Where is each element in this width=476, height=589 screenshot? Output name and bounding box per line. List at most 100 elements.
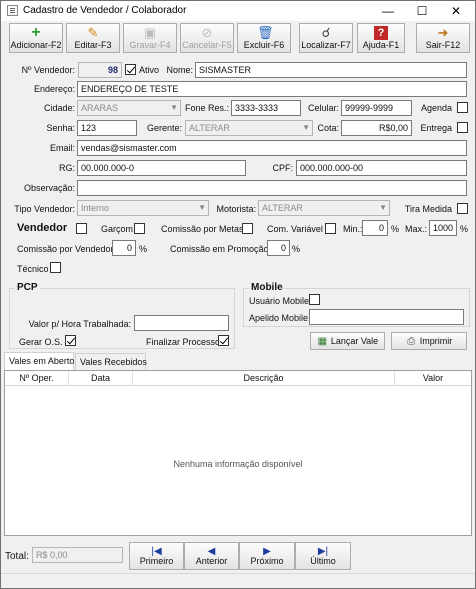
- cota-label: Cota:: [317, 123, 339, 133]
- finalizar-processo-checkbox[interactable]: [218, 335, 229, 346]
- min-percent-label: %: [391, 224, 400, 234]
- endereco-field[interactable]: ENDEREÇO DE TESTE: [77, 81, 467, 97]
- max-field[interactable]: 1000: [429, 220, 457, 236]
- rg-label: RG:: [58, 163, 75, 173]
- previous-button[interactable]: ◀ Anterior: [184, 542, 239, 570]
- minimize-button[interactable]: —: [371, 1, 405, 21]
- gerar-os-label: Gerar O.S.: [19, 337, 63, 347]
- ativo-checkbox[interactable]: [125, 64, 136, 75]
- vendedor-checkbox-label: Vendedor: [17, 222, 68, 234]
- total-field: R$ 0,00: [32, 547, 123, 563]
- valor-hora-field[interactable]: [134, 315, 229, 331]
- tira-medida-checkbox[interactable]: [457, 203, 468, 214]
- exit-button[interactable]: ➜ Sair-F12: [416, 23, 470, 53]
- usuario-mobile-checkbox[interactable]: [309, 294, 320, 305]
- email-label: Email:: [49, 143, 75, 153]
- save-button[interactable]: ▣ Gravar-F4: [123, 23, 177, 53]
- motorista-label: Motorista:: [216, 204, 256, 214]
- vales-grid[interactable]: Nº Oper. Data Descrição Valor Nenhuma in…: [4, 370, 472, 536]
- window: Cadastro de Vendedor / Colaborador — ☐ ✕…: [0, 0, 476, 589]
- celular-label: Celular:: [307, 103, 339, 113]
- next-button[interactable]: ▶ Próximo: [239, 542, 295, 570]
- vendedor-label: Nº Vendedor:: [21, 65, 75, 75]
- cpf-field[interactable]: 000.000.000-00: [296, 160, 467, 176]
- gerar-os-checkbox[interactable]: [65, 335, 76, 346]
- printer-icon: ⎙: [407, 336, 416, 347]
- comissao-promocao-percent: %: [292, 244, 301, 254]
- app-icon: [7, 5, 18, 16]
- tab-vales-recebidos[interactable]: Vales Recebidos: [75, 353, 147, 370]
- pcp-title: PCP: [15, 282, 40, 293]
- gerente-select[interactable]: ALTERAR ▼: [185, 120, 313, 136]
- observacao-field[interactable]: [77, 180, 467, 196]
- comissao-promocao-field[interactable]: 0: [267, 240, 290, 256]
- lancar-vale-button[interactable]: ▦ Lançar Vale: [310, 332, 385, 350]
- chevron-down-icon: ▼: [198, 203, 206, 212]
- tecnico-checkbox[interactable]: [50, 262, 61, 273]
- finalizar-processo-label: Finalizar Processo: [146, 337, 221, 347]
- nome-field[interactable]: SISMASTER: [195, 62, 467, 78]
- imprimir-button[interactable]: ⎙ Imprimir: [391, 332, 467, 350]
- usuario-mobile-label: Usuário Mobile: [249, 296, 310, 306]
- add-button[interactable]: + Adicionar-F2: [9, 23, 63, 53]
- celular-field[interactable]: 99999-9999: [341, 100, 412, 116]
- pencil-icon: ✎: [87, 25, 99, 40]
- plus-icon: +: [31, 24, 41, 41]
- cancel-button[interactable]: ⊘ Cancelar-F5: [180, 23, 234, 53]
- rg-field[interactable]: 00.000.000-0: [77, 160, 246, 176]
- help-button[interactable]: ? Ajuda-F1: [357, 23, 405, 53]
- cpf-label: CPF:: [272, 163, 293, 173]
- fone-field[interactable]: 3333-3333: [231, 100, 301, 116]
- observacao-label: Observação:: [23, 183, 75, 193]
- col-header-descricao[interactable]: Descrição: [133, 371, 395, 386]
- min-field[interactable]: 0: [362, 220, 388, 236]
- apelido-mobile-field[interactable]: [309, 309, 464, 325]
- col-header-valor[interactable]: Valor: [395, 371, 471, 386]
- cidade-select[interactable]: ARARAS ▼: [77, 100, 181, 116]
- last-button[interactable]: ▶| Último: [295, 542, 351, 570]
- grid-empty-message: Nenhuma informação disponível: [173, 459, 303, 469]
- grid-header: Nº Oper. Data Descrição Valor: [5, 371, 471, 386]
- cash-icon: ▦: [317, 336, 328, 347]
- window-title: Cadastro de Vendedor / Colaborador: [23, 5, 187, 16]
- garcom-checkbox[interactable]: [134, 223, 145, 234]
- garcom-label: Garçom: [101, 224, 134, 234]
- vendedor-number-field: 98: [78, 62, 122, 78]
- close-button[interactable]: ✕: [439, 1, 473, 21]
- senha-label: Senha:: [46, 123, 75, 133]
- save-icon: ▣: [143, 25, 157, 40]
- chevron-down-icon: ▼: [302, 123, 310, 132]
- magnifier-icon: ☌: [321, 25, 331, 40]
- comissao-vendedor-field[interactable]: 0: [112, 240, 136, 256]
- status-bar: [1, 573, 475, 588]
- mobile-title: Mobile: [249, 282, 285, 293]
- comissao-metas-checkbox[interactable]: [242, 223, 253, 234]
- senha-field[interactable]: 123: [77, 120, 137, 136]
- ativo-label: Ativo: [139, 65, 160, 75]
- comissao-vendedor-label: Comissão por Vendedor:: [17, 244, 117, 254]
- entrega-checkbox[interactable]: [457, 122, 468, 133]
- title-bar: Cadastro de Vendedor / Colaborador — ☐ ✕: [1, 1, 475, 21]
- col-header-data[interactable]: Data: [69, 371, 133, 386]
- comissao-vendedor-percent: %: [139, 244, 148, 254]
- tipo-vendedor-select[interactable]: Interno ▼: [77, 200, 209, 216]
- vendedor-checkbox[interactable]: [76, 223, 87, 234]
- col-header-num-oper[interactable]: Nº Oper.: [5, 371, 69, 386]
- cota-field[interactable]: R$0,00: [341, 120, 412, 136]
- first-button[interactable]: |◀ Primeiro: [129, 542, 184, 570]
- endereco-label: Endereço:: [33, 84, 75, 94]
- motorista-select[interactable]: ALTERAR ▼: [258, 200, 390, 216]
- com-variavel-checkbox[interactable]: [325, 223, 336, 234]
- edit-button[interactable]: ✎ Editar-F3: [66, 23, 120, 53]
- email-field[interactable]: vendas@sismaster.com: [77, 140, 467, 156]
- nome-label: Nome:: [166, 65, 193, 75]
- agenda-checkbox[interactable]: [457, 102, 468, 113]
- maximize-button[interactable]: ☐: [405, 1, 439, 21]
- delete-button[interactable]: 🗑 Excluir-F6: [237, 23, 291, 53]
- tab-vales-em-aberto[interactable]: Vales em Aberto: [4, 352, 74, 370]
- min-label: Min.:: [343, 224, 363, 234]
- comissao-promocao-label: Comissão em Promoção:: [170, 244, 272, 254]
- comissao-metas-label: Comissão por Metas: [161, 224, 244, 234]
- search-button[interactable]: ☌ Localizar-F7: [299, 23, 353, 53]
- valor-hora-label: Valor p/ Hora Trabalhada:: [28, 319, 131, 329]
